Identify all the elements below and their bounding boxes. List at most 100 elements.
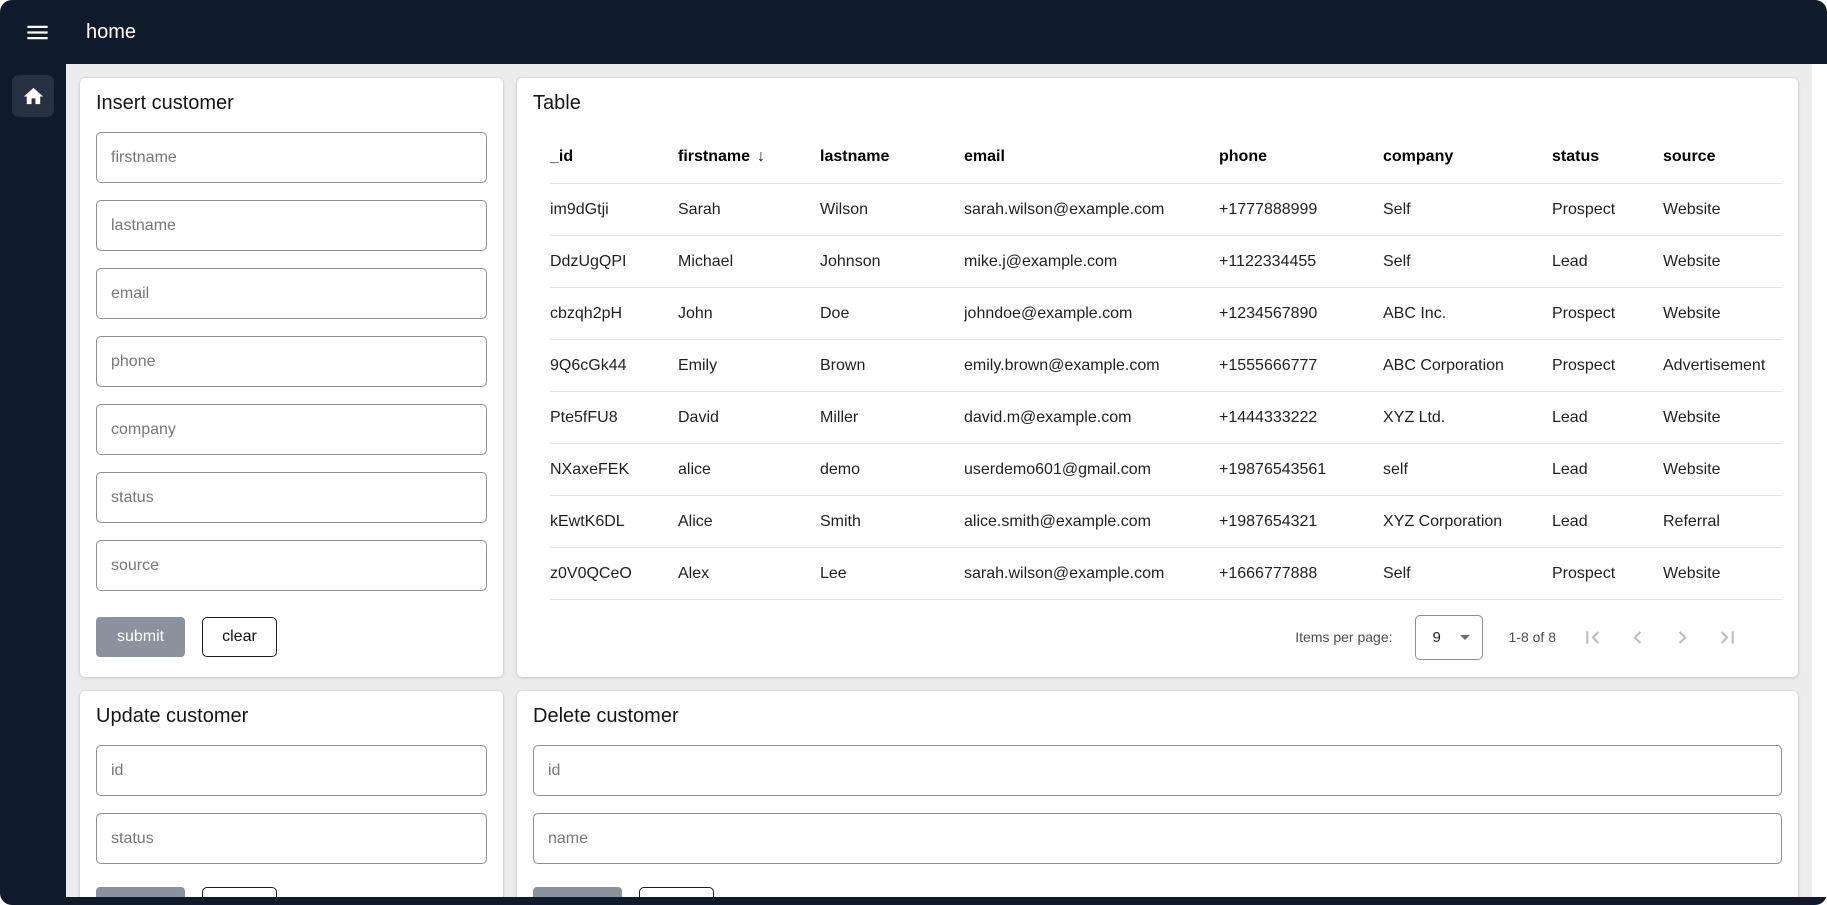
cell-lastname: demo bbox=[820, 461, 964, 479]
table-row: cbzqh2pH John Doe johndoe@example.com +1… bbox=[550, 288, 1782, 340]
table-row: Pte5fFU8 David Miller david.m@example.co… bbox=[550, 392, 1782, 444]
cell-id: kEwtK6DL bbox=[550, 513, 678, 531]
cell-lastname: Doe bbox=[820, 305, 964, 323]
cell-company: Self bbox=[1383, 201, 1552, 219]
cell-firstname: Michael bbox=[678, 253, 820, 271]
column-header-email[interactable]: email bbox=[964, 148, 1219, 166]
cell-company: XYZ Ltd. bbox=[1383, 409, 1552, 427]
sidebar-item-home[interactable] bbox=[12, 75, 54, 117]
cell-phone: +1987654321 bbox=[1219, 513, 1383, 531]
cell-source: Website bbox=[1663, 565, 1782, 583]
cell-email: sarah.wilson@example.com bbox=[964, 565, 1219, 583]
table-row: DdzUgQPI Michael Johnson mike.j@example.… bbox=[550, 236, 1782, 288]
cell-firstname: alice bbox=[678, 461, 820, 479]
sort-desc-icon: ↓ bbox=[757, 148, 765, 166]
cell-id: NXaxeFEK bbox=[550, 461, 678, 479]
cell-firstname: Emily bbox=[678, 357, 820, 375]
update-status-field[interactable] bbox=[96, 813, 487, 864]
column-header-firstname[interactable]: firstname ↓ bbox=[678, 148, 820, 166]
delete-clear-button[interactable]: clear bbox=[639, 887, 714, 897]
phone-field[interactable] bbox=[96, 336, 487, 387]
delete-submit-button[interactable]: submit bbox=[533, 887, 622, 897]
cell-email: emily.brown@example.com bbox=[964, 357, 1219, 375]
update-clear-button[interactable]: clear bbox=[202, 887, 277, 897]
next-page-button[interactable] bbox=[1660, 615, 1705, 660]
cell-firstname: Sarah bbox=[678, 201, 820, 219]
table-row: NXaxeFEK alice demo userdemo601@gmail.co… bbox=[550, 444, 1782, 496]
insert-clear-button[interactable]: clear bbox=[202, 617, 277, 657]
cell-company: ABC Inc. bbox=[1383, 305, 1552, 323]
cell-phone: +1777888999 bbox=[1219, 201, 1383, 219]
insert-customer-card: Insert customer submit clear bbox=[80, 78, 503, 677]
cell-id: Pte5fFU8 bbox=[550, 409, 678, 427]
cell-lastname: Lee bbox=[820, 565, 964, 583]
update-submit-button[interactable]: submit bbox=[96, 887, 185, 897]
column-header-status[interactable]: status bbox=[1552, 148, 1663, 166]
column-header-lastname[interactable]: lastname bbox=[820, 148, 964, 166]
cell-source: Advertisement bbox=[1663, 357, 1782, 375]
company-field[interactable] bbox=[96, 404, 487, 455]
cell-status: Lead bbox=[1552, 461, 1663, 479]
previous-page-button[interactable] bbox=[1615, 615, 1660, 660]
table-row: kEwtK6DL Alice Smith alice.smith@example… bbox=[550, 496, 1782, 548]
update-customer-card: Update customer submit clear bbox=[80, 691, 503, 897]
cell-email: sarah.wilson@example.com bbox=[964, 201, 1219, 219]
cell-phone: +1122334455 bbox=[1219, 253, 1383, 271]
home-icon bbox=[22, 85, 45, 108]
cell-source: Referral bbox=[1663, 513, 1782, 531]
customers-table: _id firstname ↓ lastname email phone com… bbox=[550, 131, 1782, 600]
status-field[interactable] bbox=[96, 472, 487, 523]
cell-status: Lead bbox=[1552, 409, 1663, 427]
insert-submit-button[interactable]: submit bbox=[96, 617, 185, 657]
page-range-label: 1-8 of 8 bbox=[1509, 629, 1556, 645]
last-page-button[interactable] bbox=[1705, 615, 1750, 660]
cell-phone: +1444333222 bbox=[1219, 409, 1383, 427]
cell-lastname: Johnson bbox=[820, 253, 964, 271]
chevron-right-icon bbox=[1670, 625, 1695, 650]
lastname-field[interactable] bbox=[96, 200, 487, 251]
page-size-select[interactable]: 9 bbox=[1415, 615, 1483, 660]
cell-lastname: Smith bbox=[820, 513, 964, 531]
select-caret-icon bbox=[1460, 635, 1470, 640]
source-field[interactable] bbox=[96, 540, 487, 591]
sidebar bbox=[0, 64, 66, 897]
page-size-value: 9 bbox=[1433, 629, 1441, 646]
delete-card-title: Delete customer bbox=[533, 705, 1782, 728]
cell-id: cbzqh2pH bbox=[550, 305, 678, 323]
table-card: Table _id firstname ↓ lastname email pho… bbox=[517, 78, 1798, 677]
cell-firstname: David bbox=[678, 409, 820, 427]
cell-status: Lead bbox=[1552, 253, 1663, 271]
firstname-field[interactable] bbox=[96, 132, 487, 183]
delete-id-field[interactable] bbox=[533, 745, 1782, 796]
scrollbar-track[interactable] bbox=[1812, 64, 1827, 897]
first-page-icon bbox=[1580, 625, 1605, 650]
first-page-button[interactable] bbox=[1570, 615, 1615, 660]
column-header-firstname-label: firstname bbox=[678, 148, 750, 166]
cell-email: david.m@example.com bbox=[964, 409, 1219, 427]
menu-button[interactable] bbox=[14, 9, 60, 55]
table-row: z0V0QCeO Alex Lee sarah.wilson@example.c… bbox=[550, 548, 1782, 600]
cell-id: DdzUgQPI bbox=[550, 253, 678, 271]
cell-company: Self bbox=[1383, 565, 1552, 583]
page-title: home bbox=[86, 21, 136, 44]
cell-company: self bbox=[1383, 461, 1552, 479]
update-id-field[interactable] bbox=[96, 745, 487, 796]
cell-company: XYZ Corporation bbox=[1383, 513, 1552, 531]
cell-status: Prospect bbox=[1552, 305, 1663, 323]
cell-source: Website bbox=[1663, 253, 1782, 271]
column-header-company[interactable]: company bbox=[1383, 148, 1552, 166]
cell-source: Website bbox=[1663, 201, 1782, 219]
cell-id: z0V0QCeO bbox=[550, 565, 678, 583]
cell-source: Website bbox=[1663, 305, 1782, 323]
email-field[interactable] bbox=[96, 268, 487, 319]
column-header-source[interactable]: source bbox=[1663, 148, 1782, 166]
insert-card-title: Insert customer bbox=[96, 92, 487, 115]
column-header-phone[interactable]: phone bbox=[1219, 148, 1383, 166]
cell-id: 9Q6cGk44 bbox=[550, 357, 678, 375]
delete-name-field[interactable] bbox=[533, 813, 1782, 864]
cell-phone: +1555666777 bbox=[1219, 357, 1383, 375]
cell-status: Lead bbox=[1552, 513, 1663, 531]
column-header-id[interactable]: _id bbox=[550, 148, 678, 166]
cell-company: ABC Corporation bbox=[1383, 357, 1552, 375]
cell-email: johndoe@example.com bbox=[964, 305, 1219, 323]
